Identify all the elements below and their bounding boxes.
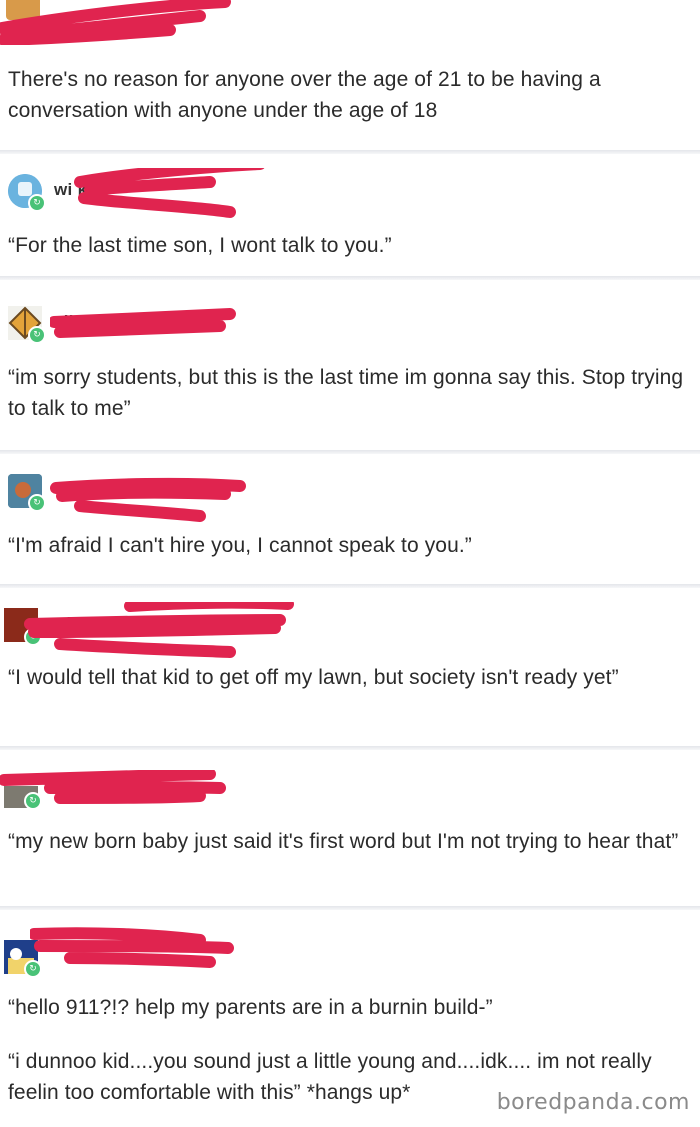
redaction-scribble: [24, 602, 294, 658]
post-text: “hello 911?!? help my parents are in a b…: [8, 996, 493, 1019]
redaction-scribble: [0, 770, 226, 804]
redaction-scribble: [50, 308, 236, 338]
divider: [0, 450, 700, 454]
divider: [0, 746, 700, 750]
divider: [0, 150, 700, 154]
divider: [0, 906, 700, 910]
post-text: There's no reason for anyone over the ag…: [8, 68, 601, 122]
post-text: “I would tell that kid to get off my law…: [8, 666, 619, 689]
watermark: boredpanda.com: [496, 1090, 690, 1115]
post-text: “For the last time son, I wont talk to y…: [8, 234, 392, 257]
redaction-scribble: [74, 168, 265, 218]
reblog-icon: ↻: [28, 194, 46, 212]
divider: [0, 276, 700, 280]
screenshot-page: There's no reason for anyone over the ag…: [0, 0, 700, 1127]
reblog-icon: ↻: [28, 326, 46, 344]
redaction-scribble: [30, 927, 234, 968]
reblog-icon: ↻: [28, 494, 46, 512]
divider: [0, 584, 700, 588]
post-text: “my new born baby just said it's first w…: [8, 830, 679, 853]
post-text: “I'm afraid I can't hire you, I cannot s…: [8, 534, 472, 557]
post-text: “im sorry students, but this is the last…: [8, 366, 684, 420]
redaction-scribble: [50, 477, 246, 522]
redaction-scribble: [0, 0, 231, 45]
